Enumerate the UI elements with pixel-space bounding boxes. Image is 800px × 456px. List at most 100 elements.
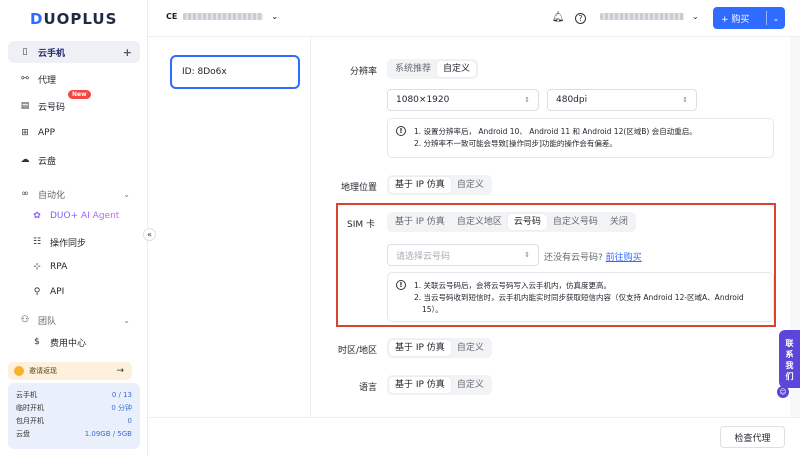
- contact-label: 联系我们: [785, 339, 794, 381]
- dpi-select[interactable]: 480dpi ⇕: [547, 89, 697, 111]
- resolution-segmented: 系统推荐 自定义: [387, 59, 479, 79]
- buy-button[interactable]: + 购买 ⌄: [713, 7, 785, 29]
- quota-value: 1.09GB / 5GB: [84, 429, 132, 438]
- sim-option-cloud-number[interactable]: 云号码: [507, 214, 547, 230]
- team-icon: ⚇: [20, 315, 30, 325]
- sidebar-item-cloud-phone[interactable]: ▯ 云手机 +: [8, 41, 140, 63]
- sidebar-item-label: 自动化: [38, 190, 66, 201]
- sidebar-item-proxy[interactable]: ⚯ 代理: [8, 68, 140, 90]
- check-proxy-button[interactable]: 检查代理: [720, 426, 785, 448]
- info-icon: !: [396, 126, 406, 136]
- updown-caret-icon: ⇕: [524, 251, 530, 259]
- device-card[interactable]: ID: 8Do6x: [170, 55, 300, 89]
- sim-label: SIM 卡: [347, 220, 375, 230]
- sidebar-item-rpa[interactable]: ⊹ RPA: [8, 256, 140, 278]
- sidebar-item-label: 代理: [38, 75, 57, 86]
- chevron-down-icon: ⌄: [271, 12, 279, 21]
- quota-row: 临时开机 0 分钟: [16, 401, 132, 414]
- footer-bar: 检查代理: [148, 417, 800, 456]
- chevron-down-icon[interactable]: ⌄: [767, 14, 785, 23]
- updown-caret-icon: ⇕: [682, 96, 688, 104]
- add-icon[interactable]: +: [123, 46, 132, 59]
- buy-number-link[interactable]: 前往购买: [606, 253, 642, 263]
- quota-row: 云盘 1.09GB / 5GB: [16, 427, 132, 440]
- invite-cashback-banner[interactable]: 邀请返现 →: [8, 362, 132, 380]
- sidebar-item-label: RPA: [50, 262, 68, 272]
- chat-icon[interactable]: ☺: [777, 386, 789, 398]
- sim-notice: ! 1. 关联云号码后，会将云号码写入云手机内，仿真度更高。 2. 当云号码收到…: [387, 272, 774, 322]
- timezone-option-ip[interactable]: 基于 IP 仿真: [389, 340, 451, 356]
- buy-label: + 购买: [721, 14, 750, 25]
- geo-option-ip[interactable]: 基于 IP 仿真: [389, 177, 451, 193]
- account-switcher[interactable]: CE ⌄: [166, 12, 278, 21]
- updown-caret-icon: ⇕: [524, 96, 530, 104]
- resolution-option-recommended[interactable]: 系统推荐: [389, 61, 437, 77]
- sidebar-item-app[interactable]: ⊞ APP: [8, 122, 140, 144]
- sidebar-item-label: 操作同步: [50, 238, 87, 249]
- resolution-option-custom[interactable]: 自定义: [437, 61, 477, 77]
- no-number-hint: 还没有云号码? 前往购买: [544, 250, 642, 263]
- sidebar-item-label: 云手机: [38, 48, 66, 59]
- sidebar-item-label: 团队: [38, 316, 57, 327]
- sidebar-item-label: APP: [38, 128, 56, 138]
- geo-option-custom[interactable]: 自定义: [451, 177, 490, 193]
- no-number-text: 还没有云号码?: [544, 253, 603, 263]
- collapse-sidebar-button[interactable]: «: [143, 228, 156, 241]
- help-icon[interactable]: ?: [575, 13, 586, 24]
- coin-icon: [14, 366, 24, 376]
- language-option-custom[interactable]: 自定义: [451, 377, 490, 393]
- user-menu[interactable]: ⌄: [600, 12, 699, 21]
- sidebar-item-api[interactable]: ⚲ API: [8, 281, 140, 303]
- device-list: ID: 8Do6x: [148, 37, 311, 417]
- sim-option-custom-region[interactable]: 自定义地区: [451, 214, 508, 230]
- notice-line: 15）。: [422, 305, 443, 314]
- sidebar-group-automation[interactable]: ∞ 自动化 ⌄: [8, 183, 140, 205]
- bell-icon[interactable]: 🔔︎: [551, 11, 565, 25]
- account-prefix: CE: [166, 12, 178, 21]
- sidebar-item-cloud-number[interactable]: ▤ 云号码 New: [8, 90, 140, 117]
- info-icon: !: [396, 280, 406, 290]
- notice-line: 2. 当云号码收到短信时，云手机内能实时同步获取短信内容（仅支持 Android…: [414, 293, 744, 302]
- dpi-value: 480dpi: [556, 95, 588, 105]
- sidebar-item-operation-sync[interactable]: ☷ 操作同步: [8, 231, 140, 253]
- cloud-icon: ☁: [20, 155, 30, 165]
- top-header: CE ⌄ 🔔︎ ? ⌄ + 购买 ⌄: [148, 0, 800, 37]
- sync-icon: ☷: [32, 237, 42, 247]
- sidebar-item-ai-agent[interactable]: ✿ DUO+ AI Agent: [8, 205, 140, 227]
- sidebar-item-cloud-disk[interactable]: ☁ 云盘: [8, 149, 140, 171]
- sim-icon: ▤: [20, 101, 30, 111]
- timezone-label: 时区/地区: [338, 346, 378, 356]
- language-option-ip[interactable]: 基于 IP 仿真: [389, 377, 451, 393]
- resolution-notice: ! 1. 设置分辨率后， Android 10、 Android 11 和 An…: [387, 118, 774, 158]
- sim-option-custom-number[interactable]: 自定义号码: [547, 214, 604, 230]
- quota-row: 包月开机 0: [16, 414, 132, 427]
- new-badge: New: [68, 90, 91, 99]
- quota-key: 临时开机: [16, 403, 44, 412]
- notice-line: 2. 分辨率不一致可能会导致[操作同步]功能的操作会有偏差。: [414, 139, 617, 148]
- dollar-icon: $: [34, 337, 40, 347]
- user-name-redacted: [600, 13, 684, 20]
- chevron-down-icon: ⌄: [123, 315, 130, 325]
- network-icon: ⚯: [21, 74, 29, 84]
- quota-key: 云手机: [16, 390, 37, 399]
- sim-option-ip[interactable]: 基于 IP 仿真: [389, 214, 451, 230]
- language-label: 语言: [359, 383, 378, 393]
- quota-value: 0 分钟: [111, 403, 132, 412]
- language-segmented: 基于 IP 仿真 自定义: [387, 375, 492, 395]
- sim-option-off[interactable]: 关闭: [604, 214, 634, 230]
- duoplus-logo[interactable]: DUOPLUS: [30, 10, 117, 28]
- timezone-option-custom[interactable]: 自定义: [451, 340, 490, 356]
- geo-label: 地理位置: [341, 183, 378, 193]
- timezone-segmented: 基于 IP 仿真 自定义: [387, 338, 492, 358]
- sidebar-group-team[interactable]: ⚇ 团队 ⌄: [8, 309, 140, 331]
- rpa-icon: ⊹: [33, 262, 41, 272]
- resolution-size-select[interactable]: 1080×1920 ⇕: [387, 89, 539, 111]
- quota-row: 云手机 0 / 13: [16, 388, 132, 401]
- cloud-number-select[interactable]: 请选择云号码 ⇕: [387, 244, 539, 266]
- chevron-down-icon: ⌄: [692, 12, 699, 21]
- contact-us-button[interactable]: 联系我们: [779, 330, 800, 388]
- quota-key: 包月开机: [16, 416, 44, 425]
- arrow-right-icon: →: [116, 366, 124, 376]
- quota-panel: 云手机 0 / 13 临时开机 0 分钟 包月开机 0 云盘 1.09GB / 5GB: [8, 383, 140, 449]
- sidebar-item-billing[interactable]: $ 费用中心: [8, 331, 140, 353]
